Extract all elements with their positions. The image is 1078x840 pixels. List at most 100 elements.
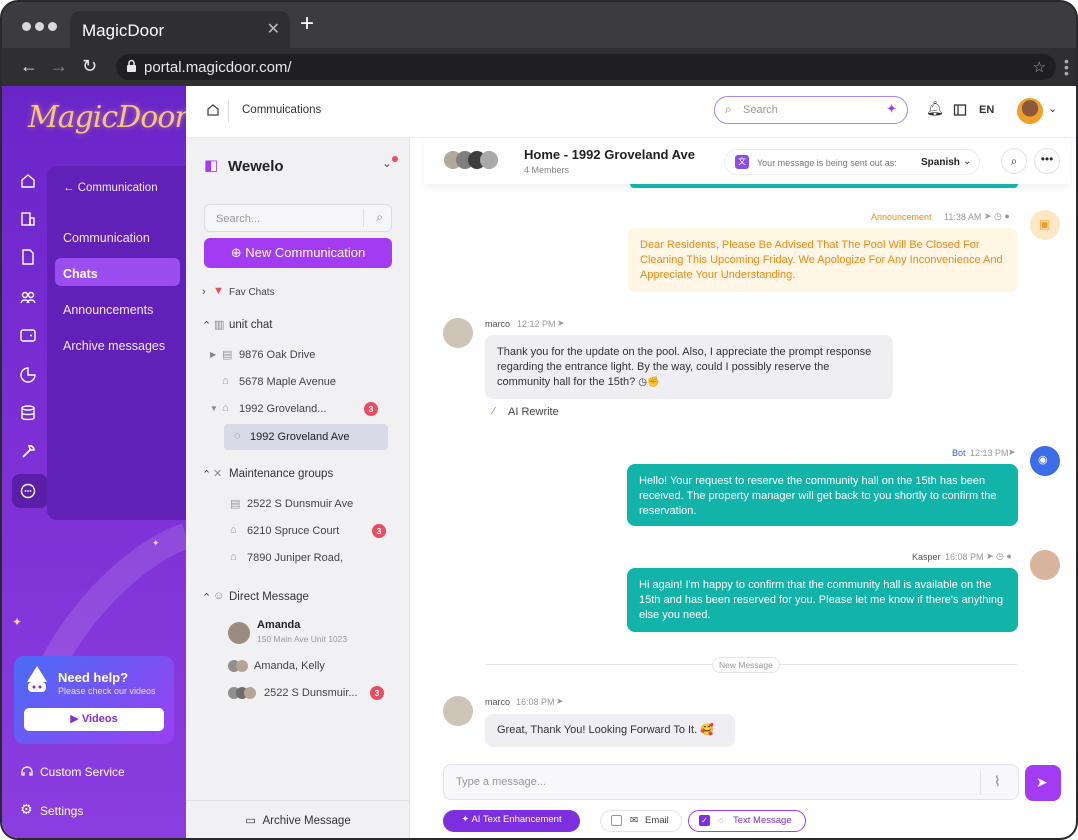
ai-rewrite-button[interactable]: AI Rewrite <box>508 406 559 418</box>
maintenance-item[interactable]: 2522 S Dunsmuir Ave <box>247 498 353 510</box>
outgoing-message[interactable]: Hi again! I'm happy to confirm that the … <box>627 568 1018 632</box>
submenu-item-communication[interactable]: Communication <box>63 231 150 245</box>
database-icon[interactable] <box>19 404 37 422</box>
email-toggle[interactable]: ✉ Email <box>600 810 682 832</box>
text-message-toggle[interactable]: ✓ ◌ Text Message <box>688 810 806 832</box>
new-tab-icon[interactable]: + <box>300 12 314 36</box>
panel-icon[interactable] <box>953 103 967 117</box>
pie-chart-icon[interactable] <box>19 366 37 384</box>
incoming-message[interactable]: Great, Thank You! Looking Forward To It.… <box>485 714 735 747</box>
paperclip-icon[interactable]: ⌇ <box>994 773 1001 790</box>
dm-name[interactable]: 2522 S Dunsmuir... <box>264 687 358 699</box>
direct-message-label[interactable]: Direct Message <box>229 591 309 603</box>
reload-icon[interactable]: ↻ <box>82 56 97 76</box>
breadcrumb[interactable]: Commuications <box>242 104 321 116</box>
message-time: 12:12 PM <box>517 319 556 329</box>
wrench-icon[interactable] <box>19 442 37 460</box>
forward-arrow-icon[interactable]: → <box>50 56 68 76</box>
chevron-up-icon[interactable]: ⌃ <box>202 468 211 481</box>
search-icon[interactable]: ⌕ <box>1001 148 1027 174</box>
language-note: Your message is being sent out as: <box>757 158 897 168</box>
caret-down-icon[interactable]: ▼ <box>210 404 218 413</box>
reaction-icon[interactable]: ◷✊ <box>638 377 659 388</box>
play-icon: ▶ <box>70 713 79 725</box>
maintenance-groups-label[interactable]: Maintenance groups <box>229 468 333 480</box>
window-dot[interactable] <box>22 22 31 31</box>
incoming-message[interactable]: Thank you for the update on the pool. Al… <box>485 335 893 399</box>
member-count[interactable]: 4 Members <box>524 165 569 175</box>
send-button[interactable]: ➤ <box>1025 765 1061 801</box>
search-icon: ⌕ <box>376 210 383 224</box>
global-search[interactable]: ⌕ Search ✦ <box>714 96 908 124</box>
bot-message[interactable]: Hello! Your request to reserve the commu… <box>627 464 1018 526</box>
settings-link[interactable]: Settings <box>40 804 83 818</box>
star-icon[interactable]: ☆ <box>1033 58 1046 76</box>
briefcase-icon: ▣ <box>1039 217 1051 231</box>
headset-icon[interactable] <box>20 764 34 778</box>
dm-name[interactable]: Amanda, Kelly <box>254 660 325 672</box>
checkbox-icon[interactable] <box>611 815 622 826</box>
marco-avatar <box>443 318 473 348</box>
submenu-item-archive[interactable]: Archive messages <box>63 339 165 353</box>
message-placeholder: Type a message... <box>456 776 546 788</box>
window-dot[interactable] <box>35 22 44 31</box>
home-icon[interactable] <box>19 172 37 190</box>
submenu-back[interactable]: ← Communication <box>63 182 158 194</box>
language-selector[interactable]: 文 Your message is being sent out as: Spa… <box>724 149 980 175</box>
sparkle-icon[interactable]: ✦ <box>886 101 897 117</box>
unit-item[interactable]: 1992 Groveland... <box>239 403 326 415</box>
chevron-up-icon[interactable]: ⌃ <box>202 591 211 604</box>
chevron-right-icon[interactable]: › <box>202 286 206 298</box>
unit-item[interactable]: 5678 Maple Avenue <box>239 376 336 388</box>
submenu-item-announcements[interactable]: Announcements <box>63 303 153 317</box>
maintenance-item[interactable]: 7890 Juniper Road, <box>247 552 343 564</box>
chat-workspace-icon: ◧ <box>204 157 219 174</box>
user-avatar[interactable] <box>1017 98 1043 124</box>
tab-bar: MagicDoor ✕ + <box>2 2 1076 48</box>
chevron-up-icon[interactable]: ⌃ <box>202 319 211 332</box>
window-dot[interactable] <box>48 22 57 31</box>
unit-item[interactable]: 9876 Oak Drive <box>239 349 315 361</box>
back-arrow-icon[interactable]: ← <box>20 56 38 76</box>
chat-search-input[interactable]: Search... ⌕ <box>204 204 392 232</box>
chat-bubble-icon[interactable] <box>19 482 37 500</box>
bell-icon[interactable]: 🔔︎ <box>926 100 944 117</box>
dm-name[interactable]: Amanda <box>257 619 300 631</box>
close-tab-icon[interactable]: ✕ <box>267 19 280 39</box>
message-input[interactable]: Type a message... ⌇ <box>443 764 1019 800</box>
document-icon[interactable] <box>19 248 37 266</box>
message-text: Thank you for the update on the pool. Al… <box>497 346 872 388</box>
wallet-icon[interactable] <box>19 326 37 344</box>
videos-button[interactable]: ▶ Videos <box>24 708 164 731</box>
new-communication-button[interactable]: ⊕ New Communication <box>204 238 392 268</box>
ai-text-enhancement-button[interactable]: ✦ AI Text Enhancement <box>443 810 580 832</box>
message-time: 16:08 PM <box>945 552 984 562</box>
unread-badge: 3 <box>364 402 378 416</box>
archive-message-button[interactable]: ▭ Archive Message <box>186 800 410 838</box>
more-icon[interactable]: ••• <box>1034 148 1060 174</box>
custom-service-link[interactable]: Custom Service <box>40 765 125 779</box>
gear-icon[interactable]: ⚙ <box>20 801 33 818</box>
language-switch[interactable]: EN <box>979 104 994 116</box>
message-icon: ◌ <box>718 815 724 826</box>
fav-chats-label[interactable]: Fav Chats <box>229 287 275 298</box>
workspace-name[interactable]: Wewelo <box>228 158 284 175</box>
svg-text:✦: ✦ <box>12 615 22 629</box>
chevron-down-icon[interactable]: ⌄ <box>382 156 392 170</box>
selected-chat-item[interactable]: ◌ 1992 Groveland Ave <box>224 424 388 450</box>
home-icon[interactable] <box>206 103 220 117</box>
chevron-down-icon[interactable]: ⌄ <box>1048 102 1057 115</box>
unit-chat-label[interactable]: unit chat <box>229 319 272 331</box>
users-icon[interactable] <box>19 288 37 306</box>
tab-title: MagicDoor <box>82 21 165 40</box>
caret-right-icon[interactable]: ▶ <box>210 350 216 359</box>
submenu-item-chats[interactable]: Chats <box>63 267 98 281</box>
maintenance-item[interactable]: 6210 Spruce Court <box>247 525 339 537</box>
announcement-message[interactable]: Dear Residents, Please Be Advised That T… <box>628 228 1018 292</box>
checkbox-checked-icon[interactable]: ✓ <box>699 815 710 826</box>
building-icon[interactable] <box>19 210 37 228</box>
send-status-icon: ➤ ◷ ● <box>986 551 1012 561</box>
browser-menu-icon[interactable]: • • • <box>1064 54 1069 80</box>
browser-tab[interactable]: MagicDoor ✕ <box>70 11 290 48</box>
url-box[interactable]: portal.magicdoor.com/ ☆ <box>116 54 1056 80</box>
